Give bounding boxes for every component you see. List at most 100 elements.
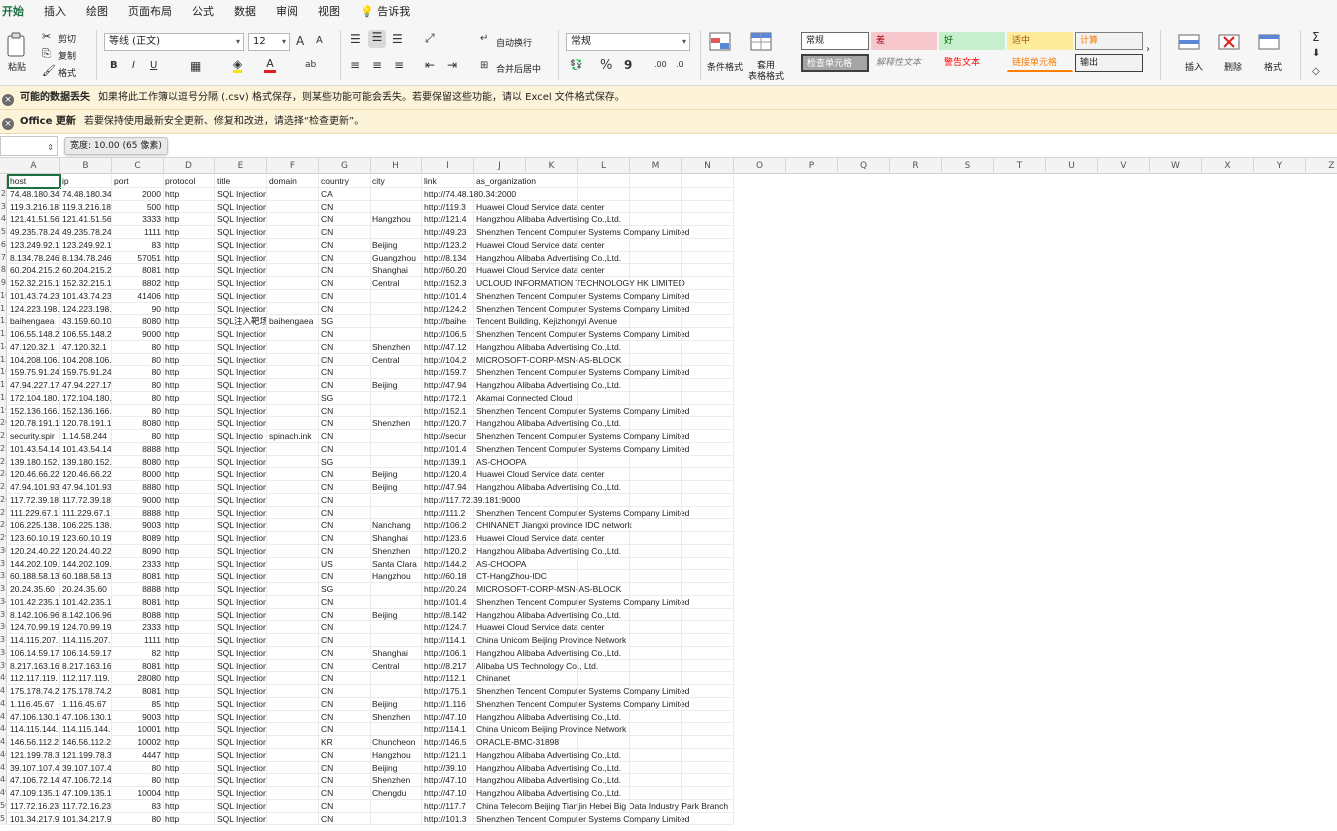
cell[interactable] [630, 621, 682, 634]
cell[interactable]: http://8.217 [422, 659, 474, 673]
cell[interactable]: 114.115.144. [60, 723, 112, 736]
header-cell-host[interactable]: host [7, 174, 61, 189]
cell[interactable]: http [163, 442, 215, 456]
cell[interactable] [682, 328, 734, 341]
cell[interactable]: Shenzhen Tencent Computer Systems Compan… [474, 443, 689, 456]
cell[interactable]: 123.60.10.19 [8, 532, 60, 545]
cell[interactable]: CN [319, 659, 371, 673]
cell[interactable] [682, 366, 734, 379]
grow-font-button[interactable]: A [296, 34, 304, 48]
column-header-I[interactable]: I [422, 158, 474, 174]
cell[interactable] [267, 251, 319, 265]
cell[interactable]: 175.178.74.2 [8, 685, 60, 698]
cell[interactable]: 106.14.59.17 [60, 646, 112, 660]
font-name-select[interactable]: 等线 (正文) ▾ [104, 33, 244, 51]
clear-icon[interactable]: ◇ [1312, 66, 1320, 77]
cell[interactable]: 28080 [112, 672, 164, 685]
cell[interactable] [578, 697, 630, 711]
cell[interactable] [370, 328, 422, 341]
cell[interactable] [682, 226, 734, 239]
cell[interactable]: http [163, 646, 215, 660]
cell[interactable]: 9000 [112, 328, 164, 341]
cell[interactable] [578, 442, 630, 456]
cell[interactable]: Beijing [370, 608, 422, 622]
cell[interactable]: http://139.1 [422, 455, 474, 469]
cell[interactable]: 175.178.74.2 [60, 685, 112, 698]
column-header-H[interactable]: H [370, 158, 422, 174]
cell[interactable]: 106.225.138. [8, 519, 60, 532]
cell[interactable] [630, 634, 682, 647]
cell[interactable]: http://20.24 [422, 583, 474, 596]
cell[interactable]: http [163, 519, 215, 532]
cell[interactable]: 144.202.109. [60, 557, 112, 571]
row-number[interactable]: 44 [0, 723, 7, 736]
phonetic-icon[interactable]: ab [305, 60, 316, 70]
row-number[interactable]: 36 [0, 621, 7, 634]
cell[interactable] [630, 366, 682, 379]
cell[interactable] [526, 455, 578, 469]
cell[interactable]: http://101.4 [422, 289, 474, 303]
cell[interactable]: http [163, 226, 215, 239]
cell[interactable] [682, 277, 734, 290]
increase-indent-icon[interactable]: ⇥ [447, 58, 457, 72]
cell[interactable]: http [163, 430, 215, 443]
cell[interactable]: http [163, 685, 215, 698]
cell[interactable]: 8802 [112, 277, 164, 290]
tab-0[interactable]: 开始 [0, 0, 34, 24]
cell[interactable] [526, 544, 578, 558]
cell[interactable]: http [163, 748, 215, 762]
cell[interactable] [267, 493, 319, 507]
cell[interactable] [526, 787, 578, 800]
align-right-icon[interactable]: ≡ [394, 58, 404, 72]
cell[interactable]: http [163, 417, 215, 430]
cell[interactable]: http://152.3 [422, 277, 474, 290]
cell[interactable] [630, 685, 682, 698]
cell[interactable] [578, 289, 630, 303]
header-cell-protocol[interactable]: protocol [163, 175, 215, 188]
row-number[interactable]: 7 [0, 251, 7, 265]
cell[interactable]: baihengaea [267, 315, 319, 328]
row-number[interactable]: 34 [0, 595, 7, 609]
cell[interactable] [578, 481, 630, 494]
align-bottom-icon[interactable]: ☰ [392, 32, 403, 46]
close-icon[interactable]: × [2, 94, 14, 106]
cell[interactable]: CN [319, 672, 371, 685]
cell[interactable]: http://47.10 [422, 710, 474, 724]
tab-3[interactable]: 页面布局 [118, 0, 182, 24]
cell[interactable] [682, 353, 734, 367]
cell[interactable]: 123.249.92.1 [8, 238, 60, 252]
insert-cells-icon[interactable] [1178, 32, 1202, 55]
cell[interactable]: 8081 [112, 685, 164, 698]
cell[interactable]: 121.199.78.3 [60, 748, 112, 762]
cell[interactable] [526, 621, 578, 634]
cell[interactable] [578, 659, 630, 673]
cell[interactable] [267, 774, 319, 787]
row-number[interactable] [0, 175, 7, 188]
cell[interactable]: SQL Injectio [215, 430, 267, 443]
cell[interactable]: 80 [112, 404, 164, 418]
cell[interactable]: 20.24.35.60 [60, 583, 112, 596]
merge-center-button[interactable]: 合并后居中 [496, 62, 541, 75]
cell[interactable]: Santa Clara [370, 557, 422, 571]
cell[interactable]: 120.78.191.1 [8, 417, 60, 430]
cell[interactable]: SQL Injections [215, 417, 267, 430]
cell[interactable] [267, 697, 319, 711]
cell[interactable]: Shanghai [370, 646, 422, 660]
cell[interactable]: 10001 [112, 723, 164, 736]
cell[interactable] [630, 302, 682, 316]
cell[interactable]: 101.43.54.14 [60, 442, 112, 456]
delete-cells-icon[interactable] [1218, 32, 1242, 55]
cell[interactable]: 9003 [112, 519, 164, 532]
cell[interactable] [267, 442, 319, 456]
cell[interactable] [682, 583, 734, 596]
cell[interactable] [526, 200, 578, 214]
cell[interactable] [682, 685, 734, 698]
cell[interactable]: 120.24.40.22 [60, 544, 112, 558]
cell[interactable]: http://120.7 [422, 417, 474, 430]
cell[interactable] [578, 353, 630, 367]
row-number[interactable]: 23 [0, 455, 7, 469]
tab-8[interactable]: 💡 告诉我 [350, 0, 420, 24]
decrease-indent-icon[interactable]: ⇤ [425, 58, 435, 72]
cell[interactable]: China Unicom Beijing Province Network [474, 723, 626, 736]
header-cell-ip[interactable]: ip [60, 175, 112, 188]
